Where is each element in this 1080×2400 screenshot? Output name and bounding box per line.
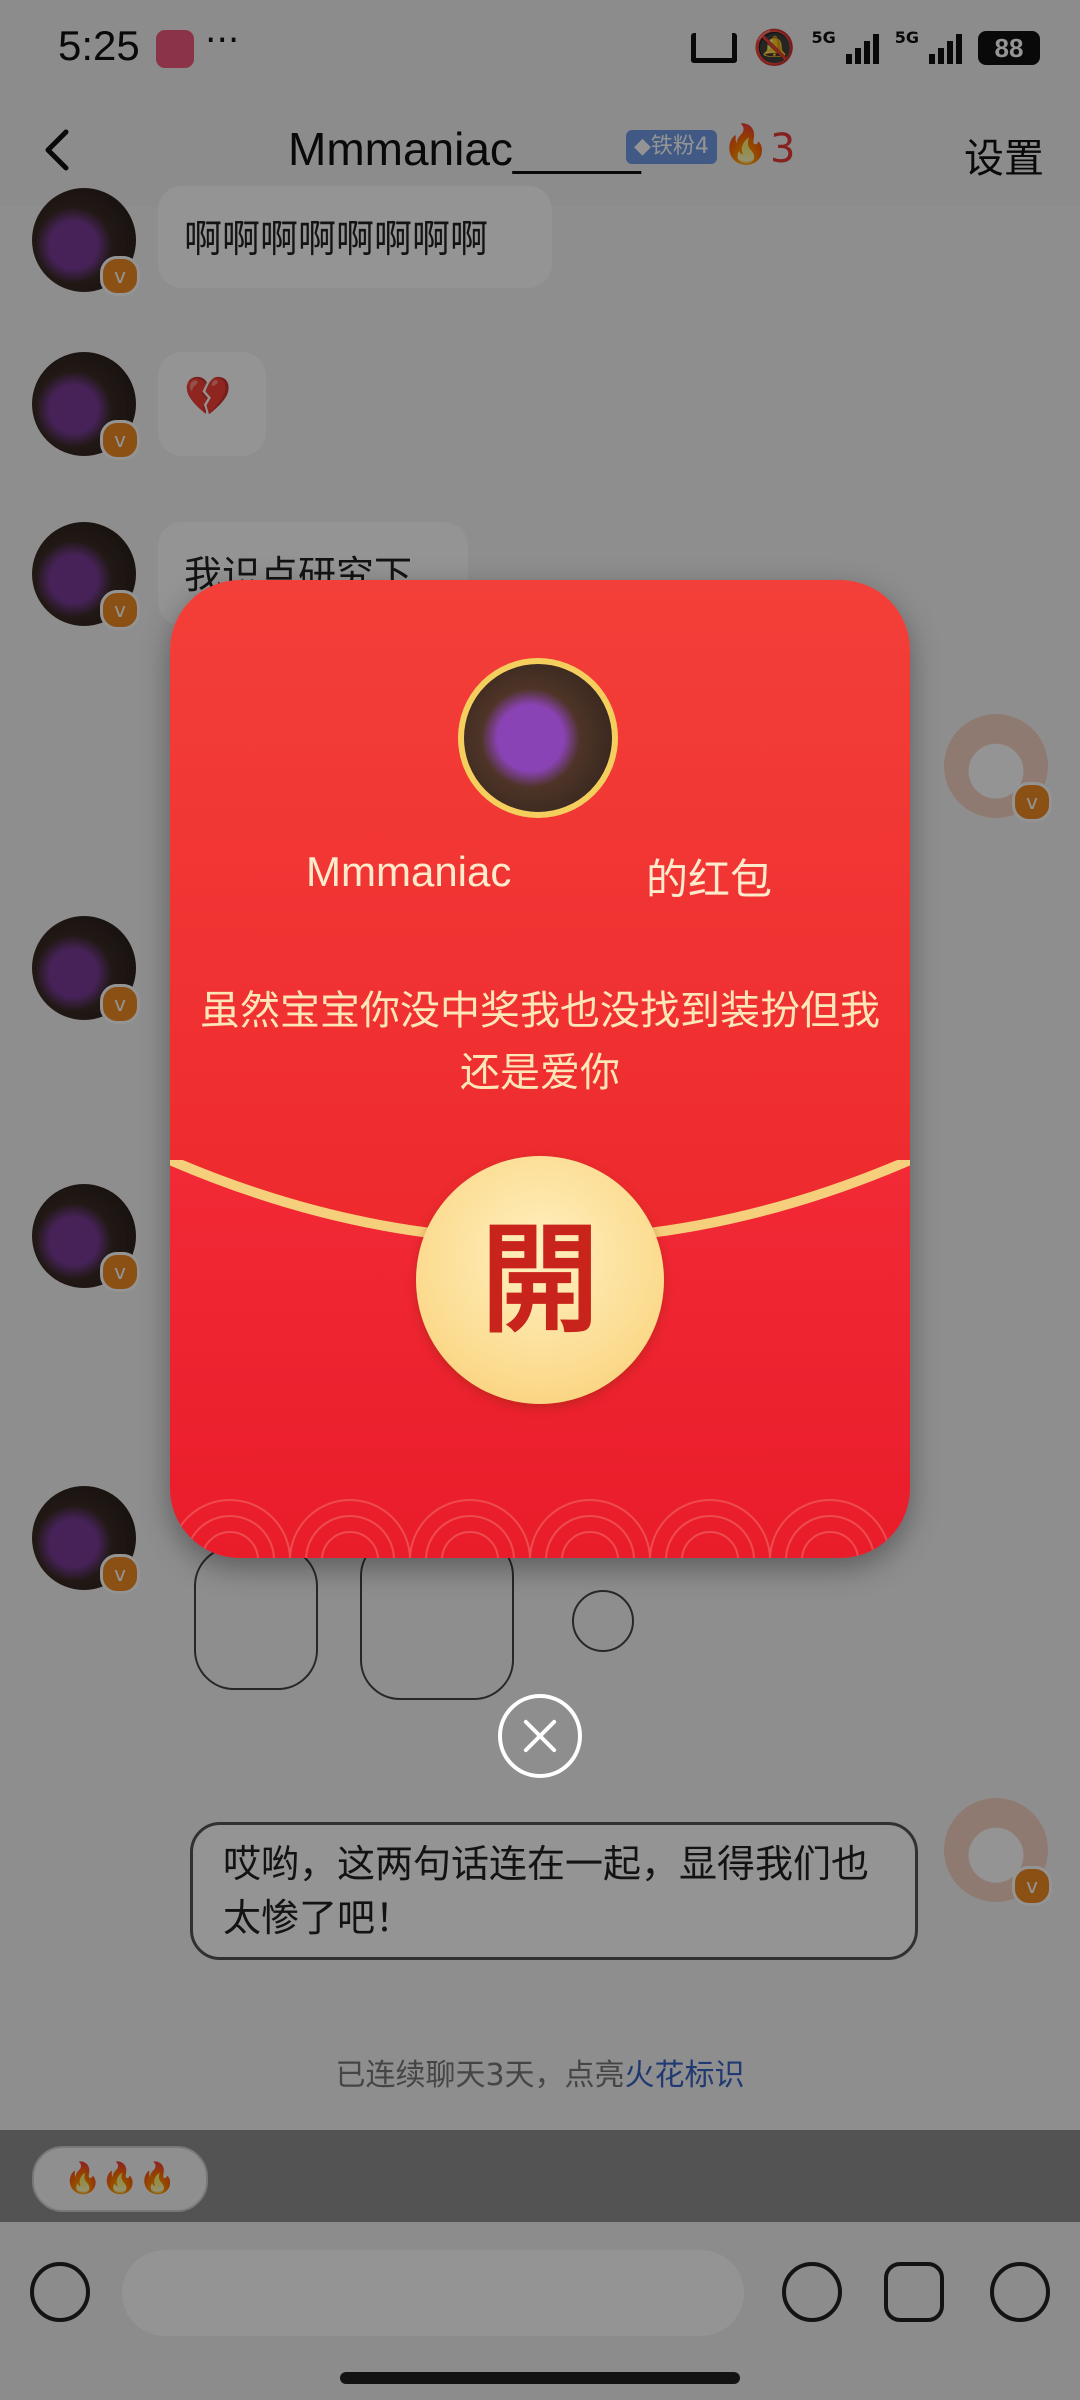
sender-name: Mmmaniac [306, 848, 512, 895]
open-red-packet-button[interactable]: 開 [416, 1156, 664, 1404]
close-icon[interactable] [498, 1694, 582, 1778]
red-packet-message: 虽然宝宝你没中奖我也没找到装扮但我还是爱你 [200, 988, 880, 1096]
red-packet-card: Mmmaniac 的红包 虽然宝宝你没中奖我也没找到装扮但我还是爱你 開 [170, 580, 910, 1558]
sender-avatar [458, 658, 618, 818]
red-packet-suffix: 的红包 [646, 855, 773, 904]
